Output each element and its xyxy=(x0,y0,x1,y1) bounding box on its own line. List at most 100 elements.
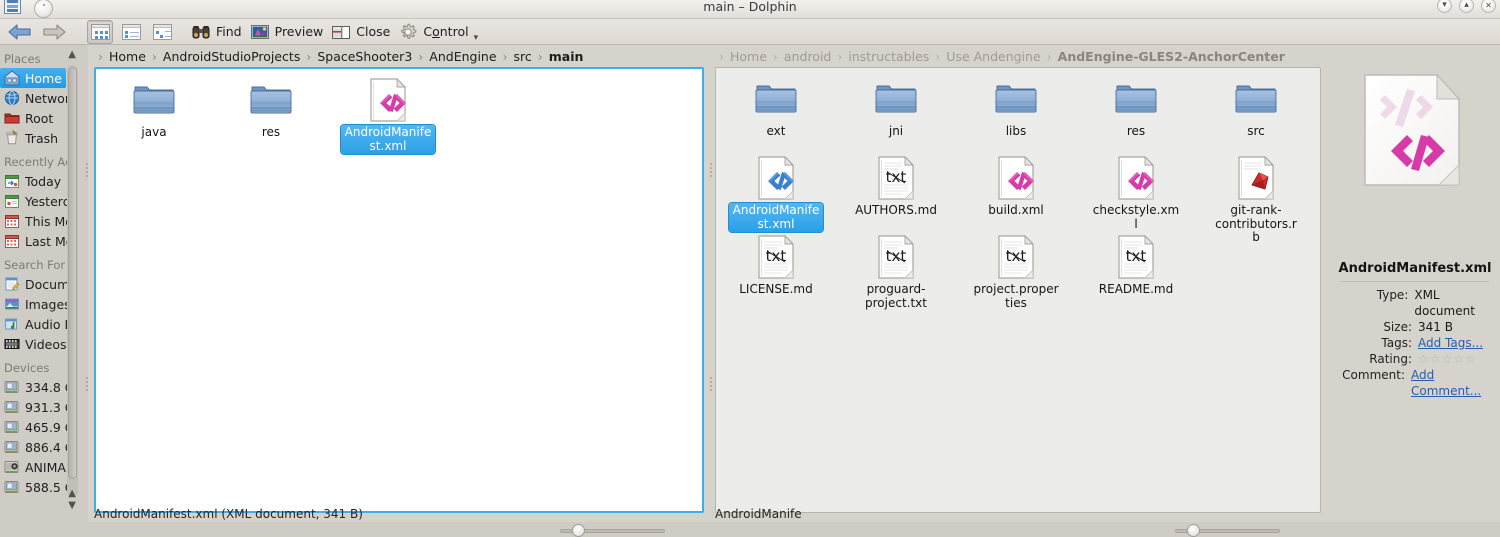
sidebar-item-videos[interactable]: Videos xyxy=(0,334,72,354)
find-button[interactable]: Find xyxy=(188,20,245,44)
file-item-label: AndroidManifest.xml xyxy=(729,203,823,232)
breadcrumb-item[interactable]: AndEngine-GLES2-AnchorCenter xyxy=(1056,49,1287,64)
sidebar-item-home[interactable]: Home xyxy=(0,68,66,88)
view-details-mode-icon xyxy=(152,23,172,40)
left-zoom-slider[interactable] xyxy=(560,524,665,537)
breadcrumb-separator-icon: › xyxy=(719,48,724,64)
close-panel-button[interactable]: Close xyxy=(328,20,393,44)
breadcrumb-item[interactable]: AndEngine xyxy=(427,49,498,64)
sidebar-scroll-content: Places Home Network Root Trash Recently Acc To… xyxy=(0,45,78,522)
close-icon[interactable] xyxy=(1481,0,1496,13)
view-details-mode-button[interactable] xyxy=(149,20,175,44)
sidebar-item-yesterday[interactable]: Yesterday xyxy=(0,191,72,211)
right-file-view[interactable]: ext jni libs res src AndroidManifest.xml… xyxy=(715,67,1321,513)
sidebar-item-animal[interactable]: ANIMAL_ xyxy=(0,457,72,477)
view-icons-mode-button[interactable] xyxy=(87,19,113,44)
sidebar-item-886-4-gie[interactable]: 886.4 GiE xyxy=(0,437,72,457)
file-item[interactable]: build.xml xyxy=(968,155,1064,219)
sidebar-item-audio-file[interactable]: Audio File xyxy=(0,314,72,334)
breadcrumb-separator-icon: › xyxy=(935,48,941,64)
file-item[interactable]: src xyxy=(1208,76,1304,140)
breadcrumb-item[interactable]: Use Andengine xyxy=(944,49,1042,64)
minimize-icon[interactable] xyxy=(1437,0,1452,13)
breadcrumb-item[interactable]: android xyxy=(782,49,833,64)
info-row: Tags: Add Tags... xyxy=(1330,335,1500,351)
file-item[interactable]: ext xyxy=(728,76,824,140)
sidebar-scroll-step-up-icon[interactable]: ▲ xyxy=(68,488,76,499)
sidebar-item-documen[interactable]: Documen xyxy=(0,274,72,294)
breadcrumb-separator-icon: › xyxy=(537,48,543,64)
chevron-down-icon[interactable]: ▾ xyxy=(474,33,479,44)
file-item[interactable]: libs xyxy=(968,76,1064,140)
star-icon[interactable]: ☆ xyxy=(1465,351,1476,367)
sidebar-scrollbar-thumb[interactable] xyxy=(68,67,77,479)
sidebar-scroll-up-icon[interactable]: ▲ xyxy=(68,49,76,60)
back-button[interactable] xyxy=(4,20,36,44)
pane-splitter-grip-top[interactable] xyxy=(710,163,713,179)
file-item[interactable]: txt AUTHORS.md xyxy=(848,155,944,219)
right-zoom-slider[interactable] xyxy=(1175,524,1280,537)
sidebar-item-last-mon[interactable]: Last Mon xyxy=(0,231,72,251)
file-item-label-wrap: proguard-project.txt xyxy=(848,282,944,311)
images-icon xyxy=(4,296,20,312)
info-row-link[interactable]: Add Tags... xyxy=(1418,335,1483,351)
star-icon[interactable]: ☆ xyxy=(1430,351,1441,367)
sidebar-item-images[interactable]: Images xyxy=(0,294,72,314)
file-item[interactable]: AndroidManifest.xml xyxy=(340,77,436,154)
window-title: main – Dolphin xyxy=(703,0,797,14)
sidebar-item-network[interactable]: Network xyxy=(0,88,72,108)
sidebar-item-588-5-gie[interactable]: 588.5 GiE xyxy=(0,477,72,497)
disk-icon xyxy=(4,479,20,495)
info-row-link[interactable]: Add Comment... xyxy=(1411,367,1500,399)
file-item[interactable]: res xyxy=(223,77,319,141)
sidebar-item-today[interactable]: Today xyxy=(0,171,72,191)
left-file-pane: › Home › AndroidStudioProjects › SpaceShooter… xyxy=(94,45,709,522)
text-file-icon: txt xyxy=(872,234,920,280)
breadcrumb-item[interactable]: Home xyxy=(728,49,769,64)
control-menu-button[interactable]: Control ▾ xyxy=(395,20,481,44)
forward-button[interactable] xyxy=(38,20,70,44)
file-item[interactable]: txt project.properties xyxy=(968,234,1064,311)
sidebar-item-trash[interactable]: Trash xyxy=(0,128,72,148)
file-item[interactable]: txt LICENSE.md xyxy=(728,234,824,298)
right-breadcrumb[interactable]: › Home › android › instructables › Use Andengin… xyxy=(715,45,1287,67)
sidebar-splitter-grip-top[interactable] xyxy=(86,163,89,179)
sidebar-item-334-8-gie[interactable]: 334.8 GiE xyxy=(0,377,72,397)
preview-button[interactable]: Preview xyxy=(247,20,327,44)
file-item[interactable]: git-rank-contributors.rb xyxy=(1208,155,1304,246)
pane-splitter-grip-bottom[interactable] xyxy=(710,377,713,393)
file-item[interactable]: checkstyle.xml xyxy=(1088,155,1184,232)
left-file-view[interactable]: java res AndroidManifest.xml xyxy=(94,67,704,513)
star-icon[interactable]: ☆ xyxy=(1418,351,1429,367)
file-item[interactable]: java xyxy=(106,77,202,141)
breadcrumb-item[interactable]: src xyxy=(512,49,534,64)
breadcrumb-separator-icon: › xyxy=(98,48,103,64)
file-item[interactable]: txt proguard-project.txt xyxy=(848,234,944,311)
maximize-icon[interactable] xyxy=(1459,0,1474,13)
sidebar-item-931-3-gie[interactable]: 931.3 GiE xyxy=(0,397,72,417)
star-icon[interactable]: ☆ xyxy=(1453,351,1464,367)
sidebar-item-this-mon[interactable]: This Mon xyxy=(0,211,72,231)
sidebar-item-root[interactable]: Root xyxy=(0,108,72,128)
breadcrumb-item[interactable]: SpaceShooter3 xyxy=(315,49,414,64)
star-icon[interactable]: ☆ xyxy=(1442,351,1453,367)
view-compact-mode-button[interactable] xyxy=(118,20,144,44)
file-item[interactable]: txt README.md xyxy=(1088,234,1184,298)
sidebar-item-465-9-gie[interactable]: 465.9 GiE xyxy=(0,417,72,437)
rating-stars[interactable]: ☆ ☆ ☆ ☆ ☆ xyxy=(1418,351,1476,367)
right-zoom-thumb[interactable] xyxy=(1187,524,1200,537)
file-item-label-wrap: AndroidManifest.xml xyxy=(728,203,824,232)
left-breadcrumb[interactable]: › Home › AndroidStudioProjects › SpaceShooter… xyxy=(94,45,585,67)
sidebar-splitter-grip-bottom[interactable] xyxy=(86,377,89,393)
breadcrumb-item[interactable]: instructables xyxy=(846,49,931,64)
breadcrumb-item[interactable]: main xyxy=(547,49,586,64)
breadcrumb-item[interactable]: AndroidStudioProjects xyxy=(161,49,302,64)
breadcrumb-item[interactable]: Home xyxy=(107,49,148,64)
left-zoom-thumb[interactable] xyxy=(572,524,585,537)
file-item[interactable]: res xyxy=(1088,76,1184,140)
file-item[interactable]: AndroidManifest.xml xyxy=(728,155,824,232)
file-item[interactable]: jni xyxy=(848,76,944,140)
sidebar-scrollbar[interactable] xyxy=(67,65,78,497)
text-file-icon: txt xyxy=(1112,234,1160,280)
sidebar-scroll-down-icon[interactable]: ▼ xyxy=(68,500,76,511)
